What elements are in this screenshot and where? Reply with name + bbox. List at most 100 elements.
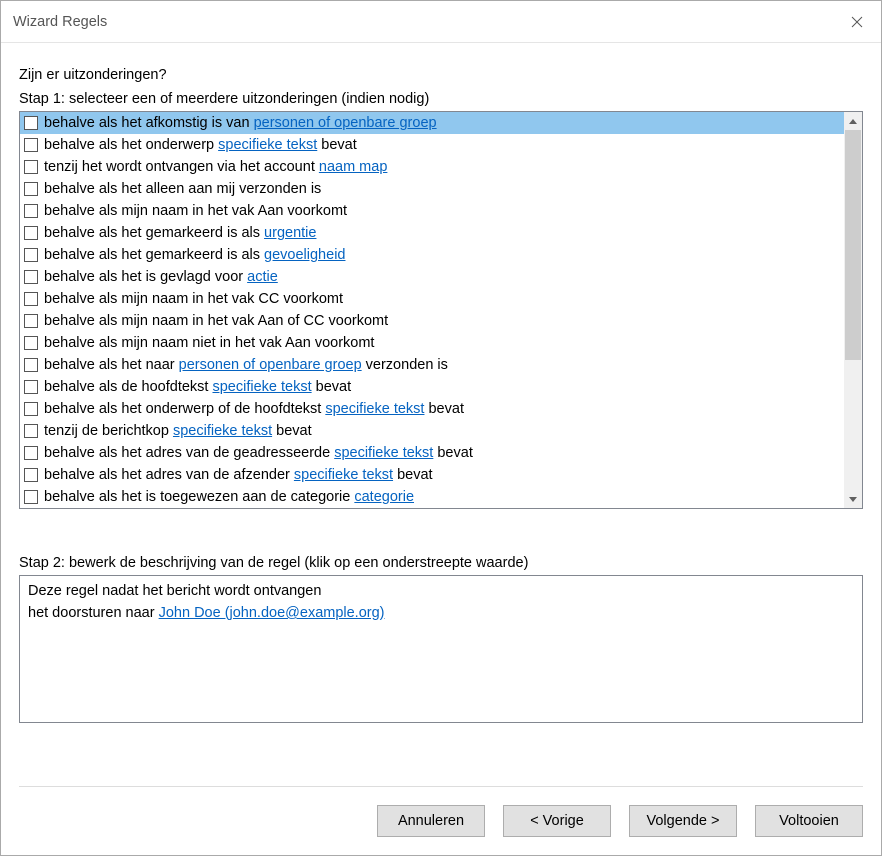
editable-value-link[interactable]: specifieke tekst — [334, 445, 433, 461]
dialog-content: Zijn er uitzonderingen? Stap 1: selectee… — [1, 43, 881, 787]
editable-value-link[interactable]: personen of openbare groep — [254, 115, 437, 131]
row-text-segment: bevat — [424, 401, 464, 417]
editable-value-link[interactable]: urgentie — [264, 225, 316, 241]
editable-value-link[interactable]: John Doe (john.doe@example.org) — [159, 605, 385, 621]
exception-item[interactable]: behalve als het gemarkeerd is als urgent… — [20, 222, 844, 244]
row-text-segment: behalve als het is gevlagd voor — [44, 269, 247, 285]
exception-checkbox[interactable] — [24, 138, 38, 152]
exception-item[interactable]: behalve als het adres van de afzender sp… — [20, 464, 844, 486]
row-text-segment: behalve als het afkomstig is van — [44, 115, 254, 131]
exception-label: behalve als het gemarkeerd is als gevoel… — [44, 247, 345, 263]
rules-wizard-dialog: Wizard Regels Zijn er uitzonderingen? St… — [0, 0, 882, 856]
editable-value-link[interactable]: specifieke tekst — [218, 137, 317, 153]
scroll-down-button[interactable] — [844, 490, 862, 508]
row-text-segment: behalve als het onderwerp of de hoofdtek… — [44, 401, 325, 417]
editable-value-link[interactable]: specifieke tekst — [325, 401, 424, 417]
exception-checkbox[interactable] — [24, 424, 38, 438]
scrollbar[interactable] — [844, 112, 862, 508]
editable-value-link[interactable]: specifieke tekst — [173, 423, 272, 439]
editable-value-link[interactable]: gevoeligheid — [264, 247, 345, 263]
exception-label: behalve als het alleen aan mij verzonden… — [44, 181, 321, 197]
row-text-segment: behalve als het gemarkeerd is als — [44, 247, 264, 263]
exception-item[interactable]: behalve als het is gevlagd voor actie — [20, 266, 844, 288]
close-button[interactable] — [833, 1, 881, 43]
exception-label: behalve als het onderwerp specifieke tek… — [44, 137, 357, 153]
step1-label: Stap 1: selecteer een of meerdere uitzon… — [19, 91, 863, 107]
chevron-down-icon — [849, 497, 857, 502]
row-text-segment: behalve als mijn naam in het vak Aan of … — [44, 313, 388, 329]
exception-label: behalve als het is toegewezen aan de cat… — [44, 489, 414, 505]
rule-description-box: Deze regel nadat het bericht wordt ontva… — [19, 575, 863, 723]
exception-item[interactable]: tenzij de berichtkop specifieke tekst be… — [20, 420, 844, 442]
exception-checkbox[interactable] — [24, 336, 38, 350]
row-text-segment: behalve als het onderwerp — [44, 137, 218, 153]
exception-label: behalve als mijn naam in het vak Aan of … — [44, 313, 388, 329]
exception-item[interactable]: behalve als het onderwerp of de hoofdtek… — [20, 398, 844, 420]
editable-value-link[interactable]: naam map — [319, 159, 388, 175]
button-bar: Annuleren < Vorige Volgende > Voltooien — [1, 787, 881, 855]
exception-item[interactable]: tenzij het wordt ontvangen via het accou… — [20, 156, 844, 178]
row-text-segment: bevat — [317, 137, 357, 153]
exception-item[interactable]: behalve als het onderwerp specifieke tek… — [20, 134, 844, 156]
back-button[interactable]: < Vorige — [503, 805, 611, 837]
exception-label: behalve als het onderwerp of de hoofdtek… — [44, 401, 464, 417]
editable-value-link[interactable]: categorie — [354, 489, 414, 505]
exception-label: behalve als het naar personen of openbar… — [44, 357, 448, 373]
editable-value-link[interactable]: personen of openbare groep — [179, 357, 362, 373]
exceptions-list[interactable]: behalve als het afkomstig is van persone… — [20, 112, 844, 508]
editable-value-link[interactable]: specifieke tekst — [212, 379, 311, 395]
exception-checkbox[interactable] — [24, 446, 38, 460]
exception-label: behalve als het adres van de afzender sp… — [44, 467, 433, 483]
titlebar: Wizard Regels — [1, 1, 881, 43]
row-text-segment: bevat — [272, 423, 312, 439]
exception-checkbox[interactable] — [24, 468, 38, 482]
row-text-segment: behalve als het adres van de afzender — [44, 467, 294, 483]
window-title: Wizard Regels — [13, 14, 107, 30]
exception-item[interactable]: behalve als het naar personen of openbar… — [20, 354, 844, 376]
row-text-segment: het doorsturen naar — [28, 605, 159, 621]
row-text-segment: behalve als mijn naam in het vak Aan voo… — [44, 203, 347, 219]
exception-item[interactable]: behalve als de hoofdtekst specifieke tek… — [20, 376, 844, 398]
exception-item[interactable]: behalve als het afkomstig is van persone… — [20, 112, 844, 134]
chevron-up-icon — [849, 119, 857, 124]
exception-item[interactable]: behalve als mijn naam in het vak Aan of … — [20, 310, 844, 332]
exception-checkbox[interactable] — [24, 270, 38, 284]
exception-item[interactable]: behalve als mijn naam in het vak CC voor… — [20, 288, 844, 310]
editable-value-link[interactable]: specifieke tekst — [294, 467, 393, 483]
exception-checkbox[interactable] — [24, 358, 38, 372]
row-text-segment: tenzij de berichtkop — [44, 423, 173, 439]
exception-item[interactable]: behalve als het is toegewezen aan de cat… — [20, 486, 844, 508]
exception-checkbox[interactable] — [24, 182, 38, 196]
scroll-up-button[interactable] — [844, 112, 862, 130]
exception-checkbox[interactable] — [24, 490, 38, 504]
exception-checkbox[interactable] — [24, 292, 38, 306]
scroll-thumb[interactable] — [845, 130, 861, 360]
exception-checkbox[interactable] — [24, 248, 38, 262]
exception-checkbox[interactable] — [24, 204, 38, 218]
exception-item[interactable]: behalve als het adres van de geadresseer… — [20, 442, 844, 464]
exception-item[interactable]: behalve als het alleen aan mij verzonden… — [20, 178, 844, 200]
exception-checkbox[interactable] — [24, 314, 38, 328]
exception-checkbox[interactable] — [24, 160, 38, 174]
row-text-segment: behalve als mijn naam niet in het vak Aa… — [44, 335, 374, 351]
exception-item[interactable]: behalve als mijn naam in het vak Aan voo… — [20, 200, 844, 222]
exception-item[interactable]: behalve als mijn naam niet in het vak Aa… — [20, 332, 844, 354]
rule-description-line: het doorsturen naar John Doe (john.doe@e… — [28, 602, 854, 624]
close-icon — [851, 16, 863, 28]
finish-button[interactable]: Voltooien — [755, 805, 863, 837]
exception-item[interactable]: behalve als het gemarkeerd is als gevoel… — [20, 244, 844, 266]
row-text-segment: behalve als het alleen aan mij verzonden… — [44, 181, 321, 197]
row-text-segment: behalve als het naar — [44, 357, 179, 373]
exceptions-listbox: behalve als het afkomstig is van persone… — [19, 111, 863, 509]
exception-checkbox[interactable] — [24, 380, 38, 394]
row-text-segment: bevat — [433, 445, 473, 461]
next-button[interactable]: Volgende > — [629, 805, 737, 837]
cancel-button[interactable]: Annuleren — [377, 805, 485, 837]
exception-label: behalve als mijn naam in het vak Aan voo… — [44, 203, 347, 219]
exception-checkbox[interactable] — [24, 402, 38, 416]
exception-checkbox[interactable] — [24, 226, 38, 240]
row-text-segment: Deze regel nadat het bericht wordt ontva… — [28, 583, 321, 599]
row-text-segment: behalve als het gemarkeerd is als — [44, 225, 264, 241]
exception-checkbox[interactable] — [24, 116, 38, 130]
editable-value-link[interactable]: actie — [247, 269, 278, 285]
